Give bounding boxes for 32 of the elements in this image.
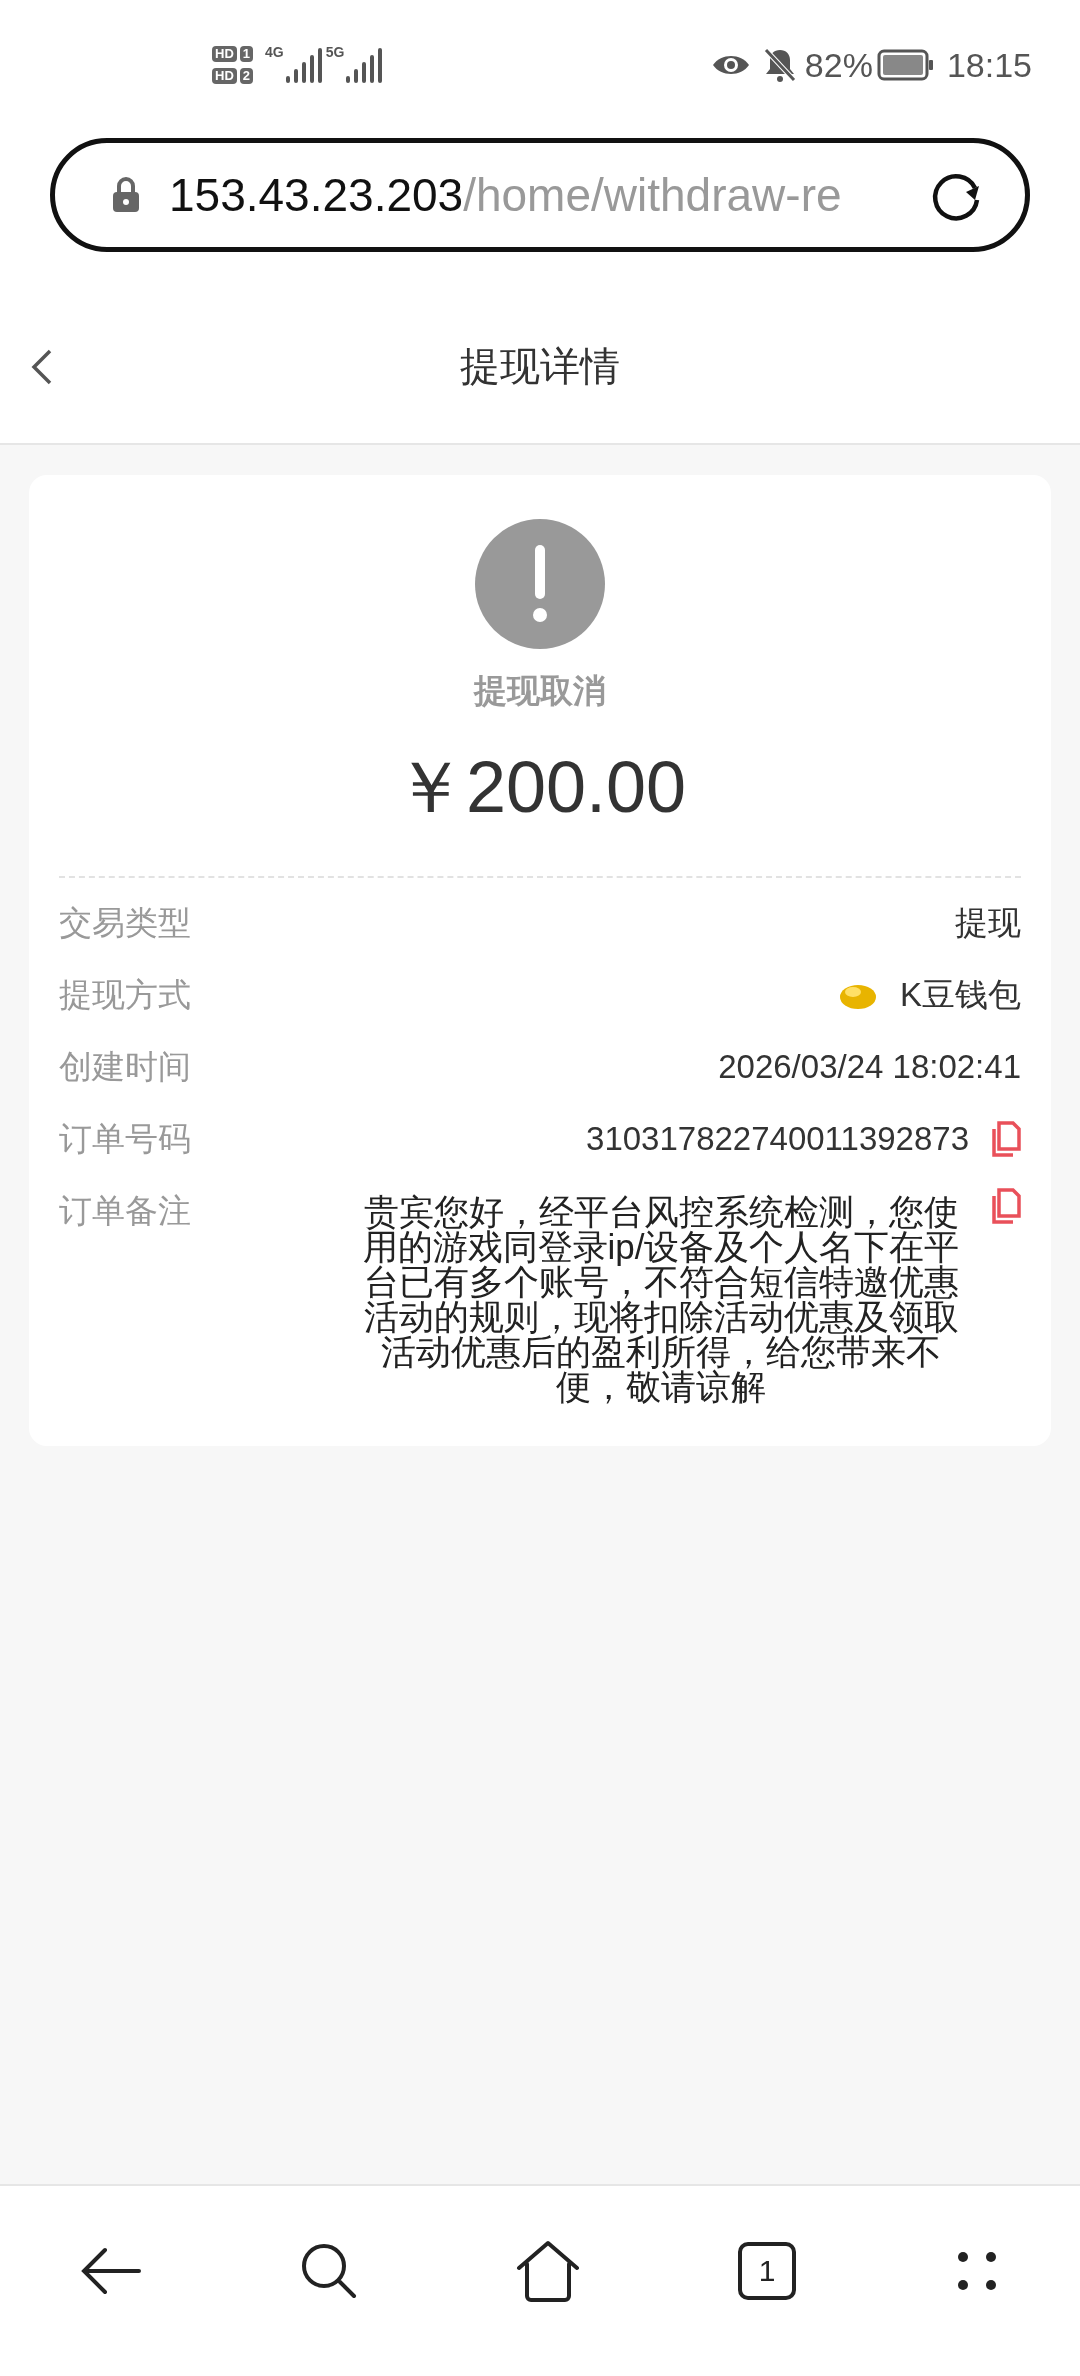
network-type: 4G	[265, 44, 284, 60]
url-text: 153.43.23.203/home/withdraw-re	[169, 168, 843, 222]
lock-icon	[111, 176, 141, 214]
row-value: 2026/03/24 18:02:41	[718, 1047, 1021, 1087]
row-label: 订单备注	[59, 1191, 191, 1231]
sim-badge: HD	[212, 46, 237, 62]
bell-muted-icon	[762, 47, 797, 83]
status-text: 提现取消	[474, 671, 606, 711]
address-bar[interactable]: 153.43.23.203/home/withdraw-re	[50, 138, 1030, 252]
row-value: K豆钱包	[900, 975, 1021, 1015]
sim-slot: 1	[239, 46, 253, 62]
row-label: 提现方式	[59, 975, 191, 1015]
sim-badge: HD	[212, 68, 237, 84]
order-note: 贵宾您好，经平台风控系统检测，您使用的游戏同登录ip/设备及个人名下在平台已有多个账号，不符合短信特邀优惠活动的规则，现将扣除活动优惠及领取活动优惠后的盈利所得，给您带来不便，敬请谅解	[361, 1194, 961, 1404]
row-label: 订单号码	[59, 1119, 191, 1159]
clock: 18:15	[946, 45, 1032, 85]
row-label: 创建时间	[59, 1047, 191, 1087]
home-icon[interactable]	[514, 2240, 581, 2302]
copy-icon[interactable]	[991, 1121, 1021, 1157]
tabs-button[interactable]: 1	[738, 2242, 797, 2300]
battery-percent: 82%	[804, 45, 873, 85]
amount: ￥200.00	[393, 746, 687, 829]
search-icon[interactable]	[299, 2242, 358, 2300]
row-value: 提现	[955, 903, 1021, 943]
sim-slot: 2	[239, 68, 253, 84]
battery-icon	[876, 49, 935, 81]
warning-icon	[475, 519, 605, 649]
order-number: 310317822740011392873	[586, 1119, 969, 1159]
copy-icon[interactable]	[991, 1188, 1021, 1224]
row-label: 交易类型	[59, 903, 191, 943]
network-type: 5G	[325, 44, 345, 60]
page-title: 提现详情	[460, 343, 620, 390]
